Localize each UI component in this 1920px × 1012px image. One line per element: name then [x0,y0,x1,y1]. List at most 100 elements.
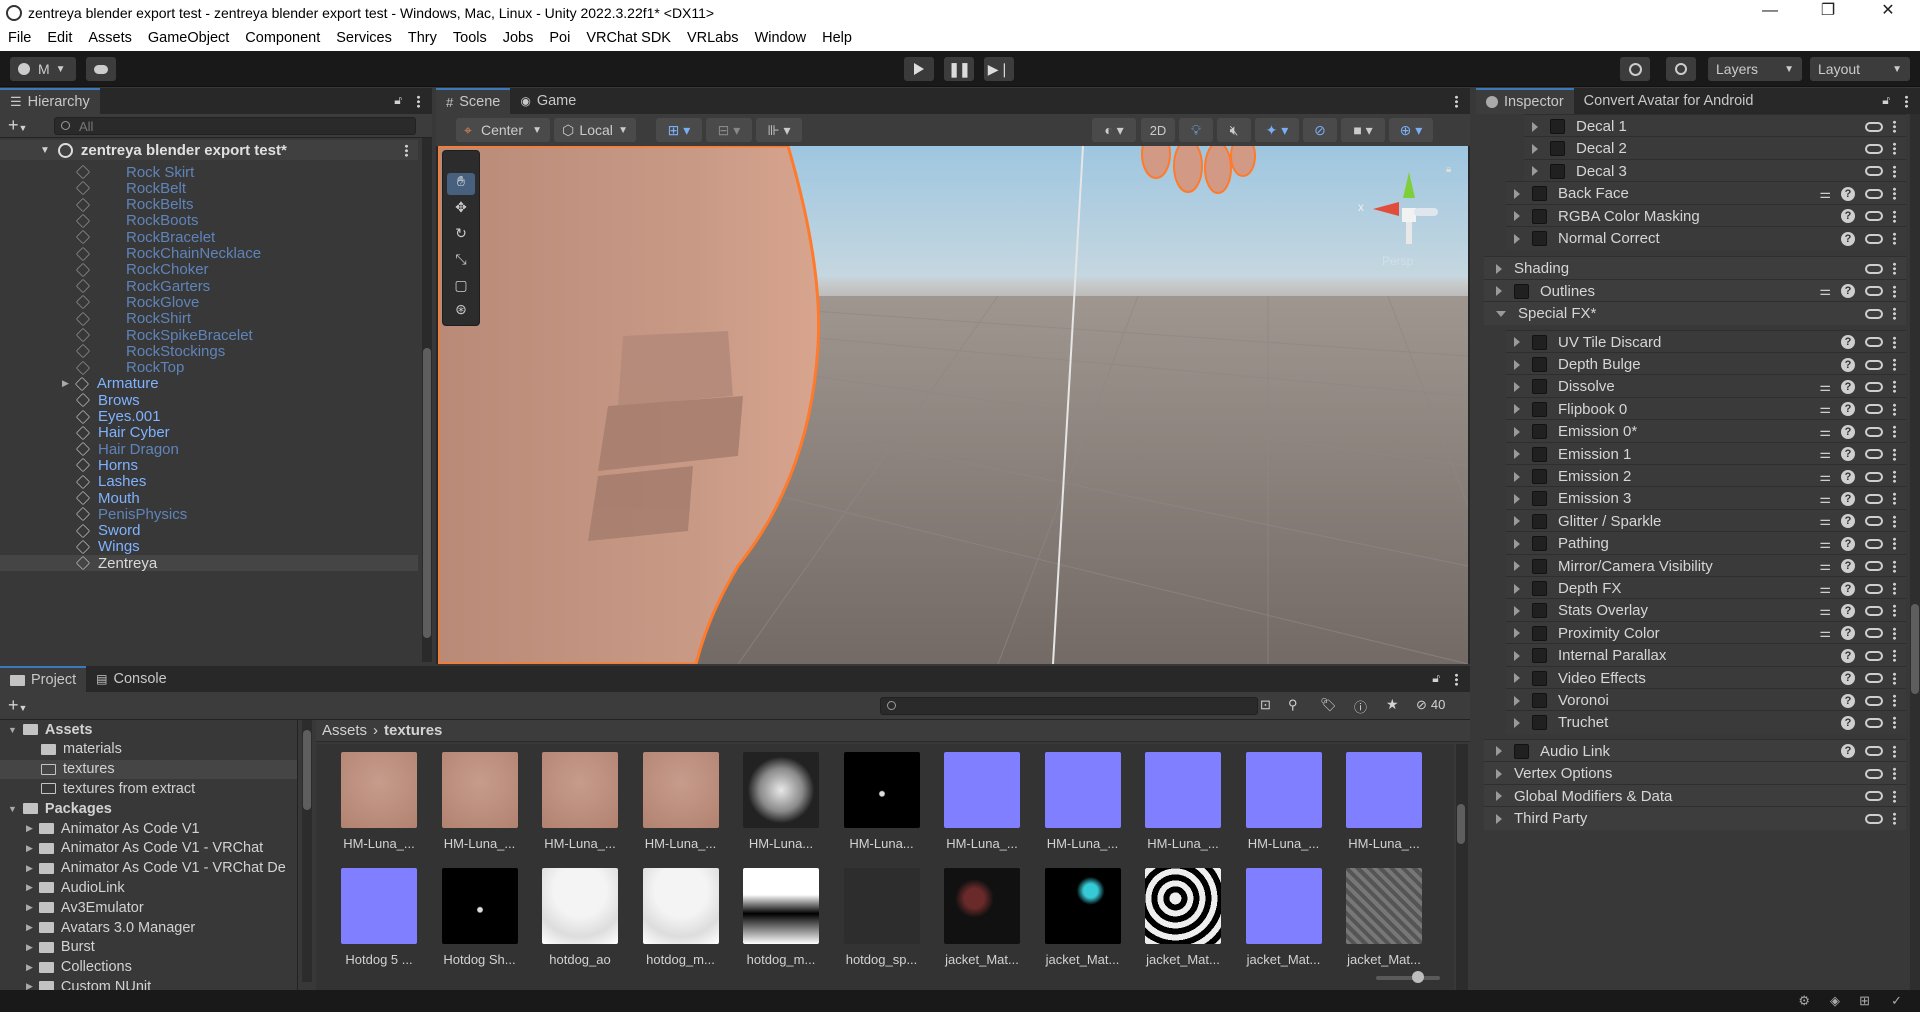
create-asset-button[interactable]: +▼ [8,695,27,716]
settings-sliders-icon[interactable]: ⚌ [1819,558,1831,574]
section-global-modifiers-data[interactable]: Global Modifiers & Data [1484,783,1906,808]
menu-tools[interactable]: Tools [445,30,495,46]
more-icon[interactable] [1893,812,1896,825]
help-icon[interactable]: ? [1841,231,1855,246]
asset-item[interactable]: HM-Luna_... [1339,752,1429,851]
section-uv-tile-discard[interactable]: UV Tile Discard? [1506,329,1906,354]
hierarchy-item-rockbelt[interactable]: RockBelt [0,180,418,197]
hierarchy-item-rockchoker[interactable]: RockChoker [0,261,418,278]
activity-icon[interactable]: ⚙ [1798,993,1810,1009]
enable-checkbox[interactable] [1532,186,1547,202]
hierarchy-item-brows[interactable]: Brows [0,392,418,409]
fold-closed-icon[interactable] [1514,650,1520,661]
section-pathing[interactable]: Pathing ⚌? [1506,531,1906,556]
folder-av3emulator[interactable]: ▶ Av3Emulator [0,898,297,917]
link-icon[interactable] [1865,426,1883,437]
settings-sliders-icon[interactable]: ⚌ [1819,603,1831,619]
menu-assets[interactable]: Assets [80,30,140,46]
enable-checkbox[interactable] [1532,603,1547,619]
pivot-center-dropdown[interactable]: ⌖ Center ▼ [456,118,550,142]
asset-item[interactable]: HM-Luna... [736,752,826,851]
asset-item[interactable]: hotdog_ao [535,868,625,967]
fold-closed-icon[interactable]: ▶ [26,882,33,893]
asset-item[interactable]: HM-Luna_... [1038,752,1128,851]
hierarchy-item-rocktop[interactable]: RockTop [0,359,418,376]
link-icon[interactable] [1865,516,1883,527]
link-icon[interactable] [1865,493,1883,504]
hierarchy-item-rockglove[interactable]: RockGlove [0,294,418,311]
link-icon[interactable] [1865,166,1883,177]
enable-checkbox[interactable] [1532,379,1547,395]
network-status-icon[interactable]: ⊞ [1859,993,1870,1009]
fold-closed-icon[interactable] [1514,628,1520,639]
link-icon[interactable] [1865,337,1883,348]
tab-game[interactable]: ◉ Game [510,88,586,114]
hierarchy-item-wings[interactable]: Wings [0,538,418,555]
help-icon[interactable]: ? [1841,536,1855,551]
help-icon[interactable]: ? [1841,693,1855,708]
thumbnail-size-slider[interactable] [1376,971,1440,983]
rotate-tool-button[interactable]: ↻ [447,225,475,247]
more-icon[interactable] [1893,307,1896,321]
hierarchy-item-hair-dragon[interactable]: Hair Dragon [0,441,418,458]
section-outlines[interactable]: Outlines ⚌? [1484,278,1906,303]
enable-checkbox[interactable] [1532,558,1547,574]
more-icon[interactable] [1893,380,1896,394]
more-icon[interactable] [1893,120,1896,133]
help-icon[interactable]: ? [1841,581,1855,596]
folder-textures-from-extract[interactable]: textures from extract [0,779,297,798]
section-audio-link[interactable]: Audio Link? [1484,738,1906,763]
label-filter-icon[interactable]: 🏷︎ [1320,697,1337,713]
pivot-local-dropdown[interactable]: ⬡ Local ▼ [554,118,636,142]
section-emission-3[interactable]: Emission 3 ⚌? [1506,486,1906,511]
scene-viewport[interactable]: ✋︎ ✥ ↻ ⤡ ▢ ⊛ x Persp 🔒︎ [438,146,1468,664]
section-vertex-options[interactable]: Vertex Options [1484,761,1906,786]
link-icon[interactable] [1865,791,1883,802]
section-emission-2[interactable]: Emission 2 ⚌? [1506,464,1906,488]
help-icon[interactable]: ? [1841,402,1855,417]
folder-avatars-3-0-manager[interactable]: ▶ Avatars 3.0 Manager [0,918,297,937]
more-icon[interactable] [1893,209,1896,223]
hierarchy-search-input[interactable]: All [54,117,416,135]
settings-sliders-icon[interactable]: ⚌ [1819,625,1831,641]
settings-sliders-icon[interactable]: ⚌ [1819,536,1831,552]
enable-checkbox[interactable] [1532,513,1547,529]
link-icon[interactable] [1865,143,1883,154]
fold-closed-icon[interactable] [1514,404,1520,415]
menu-vrlabs[interactable]: VRLabs [679,30,747,46]
hierarchy-item-rock-skirt[interactable]: Rock Skirt [0,164,418,181]
more-icon[interactable] [1893,767,1896,781]
hierarchy-item-rockstockings[interactable]: RockStockings [0,343,418,360]
section-shading[interactable]: Shading [1484,256,1906,281]
search-filter-icon[interactable]: ⊡ [1260,697,1271,713]
fold-closed-icon[interactable] [1496,286,1502,297]
hierarchy-item-armature[interactable]: ▶ Armature [0,375,418,392]
fold-closed-icon[interactable]: ▶ [26,981,33,990]
fold-closed-icon[interactable] [1532,166,1538,177]
folder-animator-as-code-v1-vrchat[interactable]: ▶ Animator As Code V1 - VRChat [0,839,297,858]
section-third-party[interactable]: Third Party [1484,806,1906,830]
help-icon[interactable]: ? [1841,284,1855,299]
more-icon[interactable] [1893,559,1896,573]
hierarchy-item-rockspikebracelet[interactable]: RockSpikeBracelet [0,327,418,344]
section-mirror-camera-visibility[interactable]: Mirror/Camera Visibility ⚌? [1506,553,1906,578]
help-icon[interactable]: ? [1841,447,1855,462]
menu-services[interactable]: Services [328,30,400,46]
menu-component[interactable]: Component [237,30,328,46]
settings-sliders-icon[interactable]: ⚌ [1819,491,1831,507]
hierarchy-item-zentreya[interactable]: Zentreya [0,555,418,572]
close-icon[interactable]: ✕ [1860,0,1916,25]
fold-closed-icon[interactable] [1514,538,1520,549]
settings-sliders-icon[interactable]: ⚌ [1819,446,1831,462]
play-button[interactable] [904,57,934,81]
fold-open-icon[interactable] [1496,310,1506,317]
grid-snap-button[interactable]: ⊞ ▾ [656,118,702,142]
hierarchy-item-horns[interactable]: Horns [0,457,418,474]
section-depth-bulge[interactable]: Depth Bulge? [1506,352,1906,376]
folder-animator-as-code-v1[interactable]: ▶ Animator As Code V1 [0,819,297,838]
fold-closed-icon[interactable]: ▶ [26,962,33,973]
asset-item[interactable]: jacket_Mat... [1138,868,1228,967]
more-icon[interactable] [1893,447,1896,461]
gizmos-dropdown[interactable]: ⊕ ▾ [1389,118,1433,142]
more-icon[interactable] [1893,604,1896,618]
